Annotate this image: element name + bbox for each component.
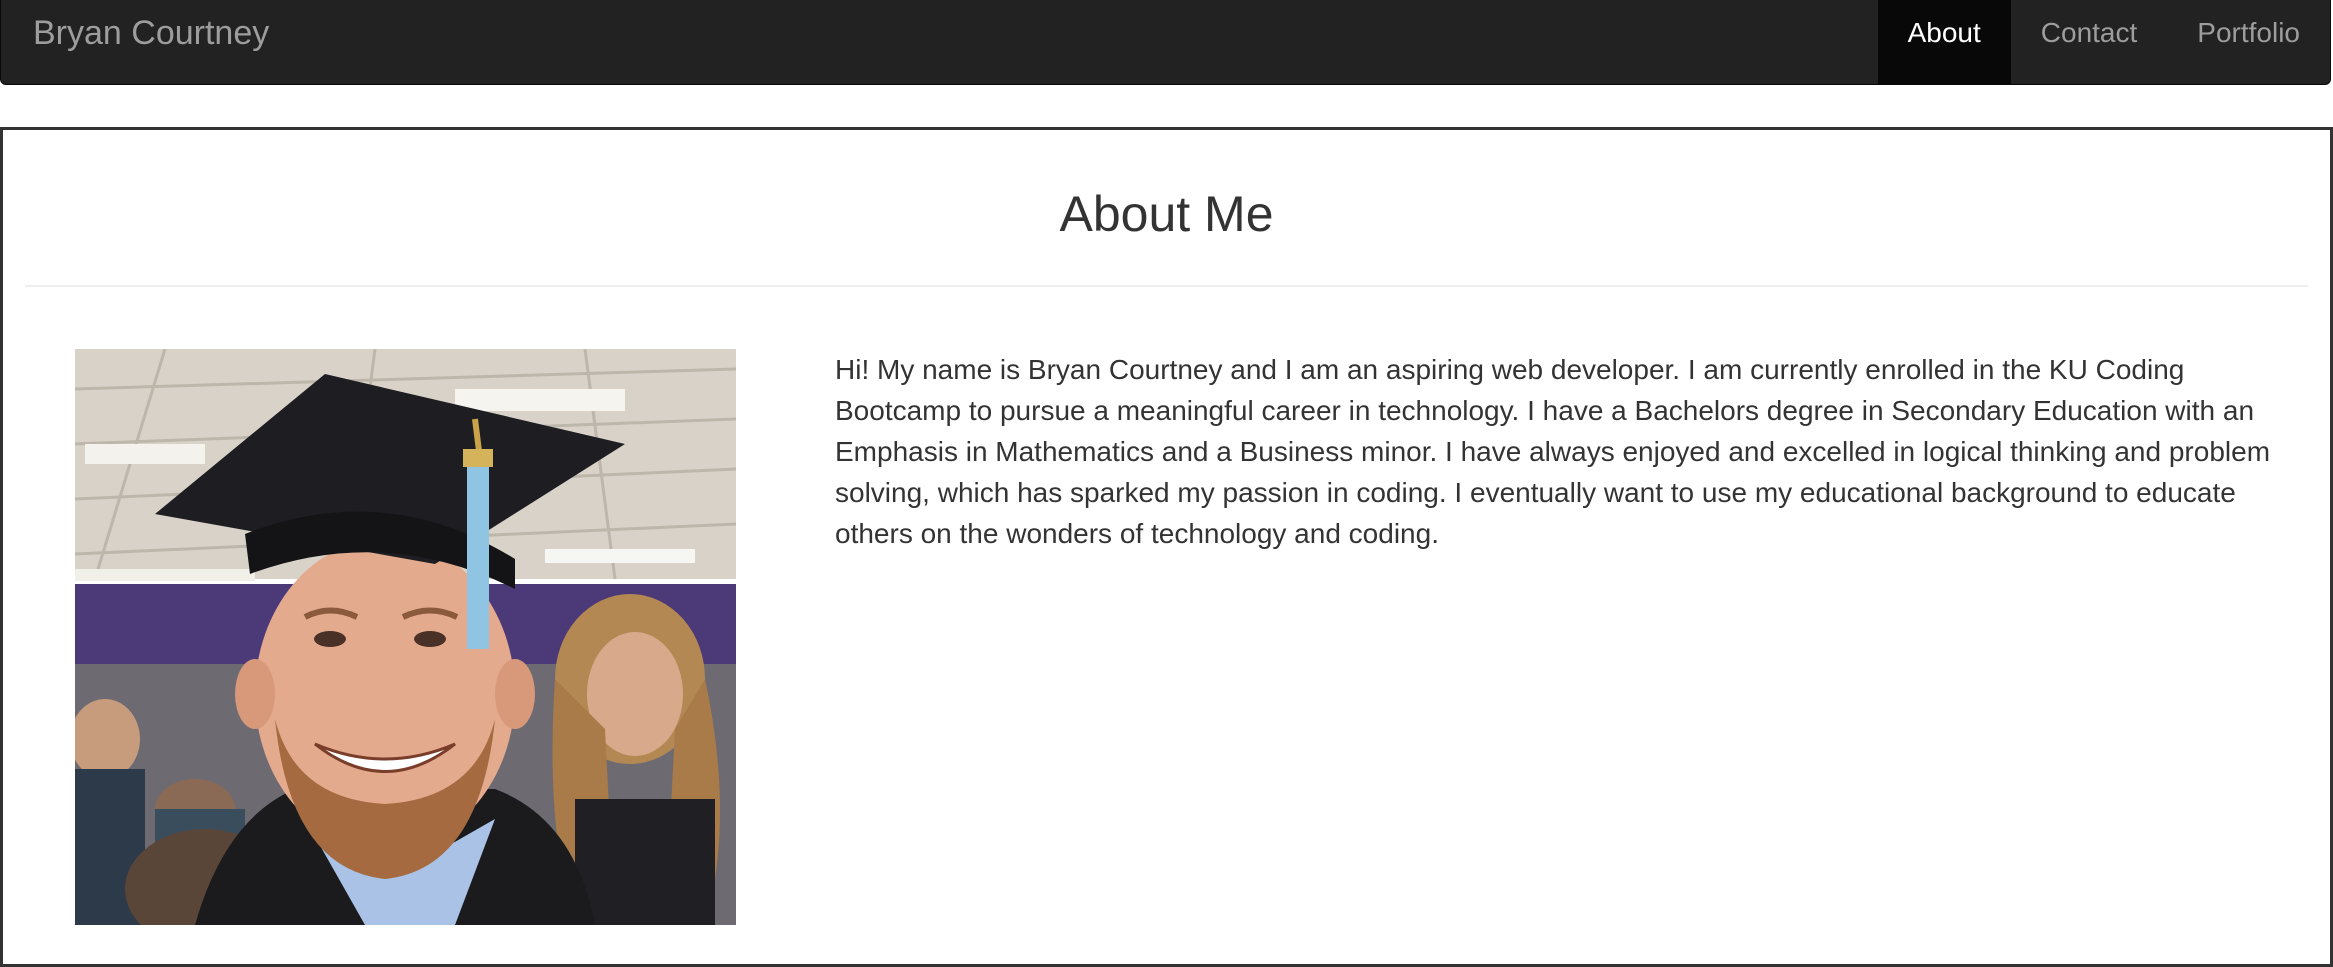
about-panel: About Me Hi! My name is Bryan Courtney a… [0, 127, 2333, 967]
page-title: About Me [1059, 186, 1274, 242]
navbar: Bryan Courtney About Contact Portfolio [0, 0, 2331, 85]
navbar-menu: About Contact Portfolio [1877, 0, 2330, 84]
nav-item-portfolio[interactable]: Portfolio [2167, 0, 2330, 84]
about-bio: Hi! My name is Bryan Courtney and I am a… [835, 354, 2271, 549]
title-divider [25, 285, 2308, 287]
nav-item-about[interactable]: About [1877, 0, 2011, 84]
nav-item-contact[interactable]: Contact [2011, 0, 2168, 84]
profile-photo [75, 349, 736, 925]
navbar-brand[interactable]: Bryan Courtney [33, 0, 269, 66]
